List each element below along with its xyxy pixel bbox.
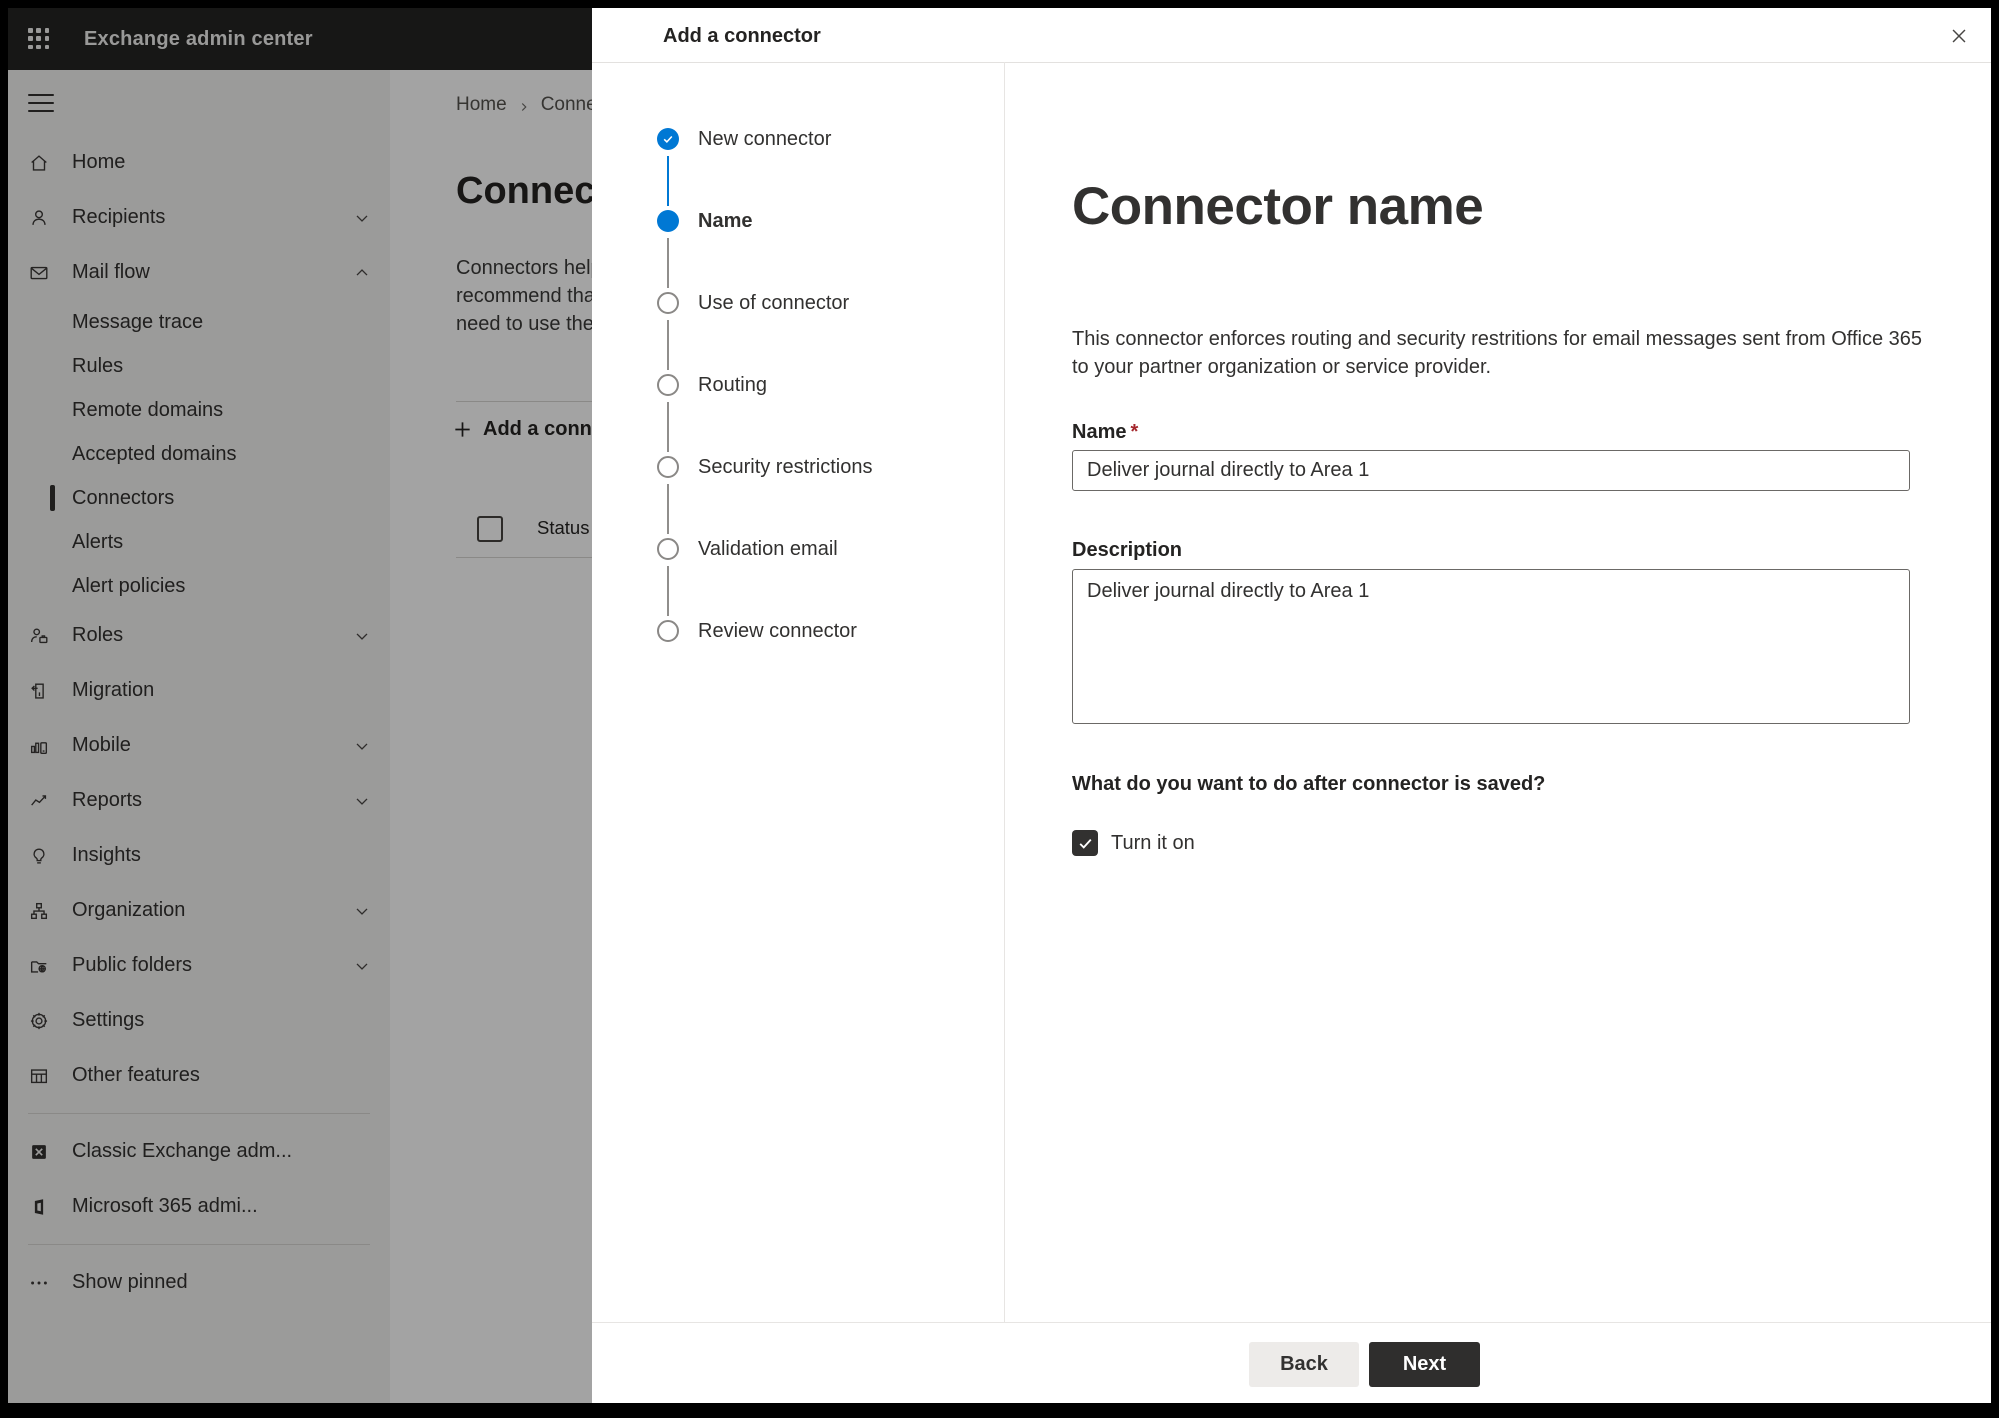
step-label: Review connector <box>698 620 857 642</box>
description-field-label: Description <box>1072 539 1183 561</box>
step-connector-line <box>667 484 669 534</box>
step-pending-icon <box>657 374 679 396</box>
dialog-content: Connector name This connector enforces r… <box>1072 62 1991 1323</box>
step-completed-icon <box>657 128 679 150</box>
name-field-label: Name * <box>1072 421 1138 444</box>
dialog-footer: Back Next <box>592 1322 1991 1403</box>
step-label: Routing <box>698 374 767 396</box>
step-label: Validation email <box>698 538 838 560</box>
checked-checkbox-icon[interactable] <box>1072 830 1098 856</box>
step-pending-icon <box>657 456 679 478</box>
step-pending-icon <box>657 620 679 642</box>
step-pending-icon <box>657 292 679 314</box>
step-label: Name <box>698 210 753 232</box>
turn-it-on-label: Turn it on <box>1111 831 1195 854</box>
step-connector-line <box>667 238 669 288</box>
back-button[interactable]: Back <box>1249 1342 1359 1387</box>
description-line: This connector enforces routing and secu… <box>1072 328 1923 350</box>
check-icon <box>1079 838 1091 849</box>
step-label: New connector <box>698 128 832 150</box>
next-button[interactable]: Next <box>1369 1342 1480 1387</box>
name-label-text: Name <box>1072 421 1127 443</box>
required-asterisk: * <box>1130 421 1139 443</box>
connector-name-heading: Connector name <box>1072 177 1484 236</box>
screen: Exchange admin center Home Recipients Ma… <box>0 0 1999 1418</box>
step-connector-line <box>667 320 669 370</box>
dialog-title: Add a connector <box>663 25 821 47</box>
add-connector-dialog: Add a connector New connector Name Use o… <box>592 8 1991 1403</box>
dialog-header: Add a connector <box>592 8 1991 63</box>
step-connector-line <box>667 402 669 452</box>
step-pending-icon <box>657 538 679 560</box>
check-icon <box>663 135 673 143</box>
after-save-question: What do you want to do after connector i… <box>1072 773 1546 795</box>
connector-description-text: This connector enforces routing and secu… <box>1072 326 1922 381</box>
description-line: to your partner organization or service … <box>1072 355 1492 378</box>
close-icon <box>1952 29 1966 43</box>
step-connector-line <box>667 566 669 616</box>
name-input[interactable] <box>1072 450 1910 491</box>
turn-it-on-checkbox-row[interactable]: Turn it on <box>1072 830 1195 856</box>
wizard-steps-panel: New connector Name Use of connector Rout… <box>592 62 1005 1323</box>
step-connector-line <box>667 156 669 206</box>
description-textarea[interactable] <box>1072 569 1910 724</box>
close-button[interactable] <box>1939 16 1979 56</box>
step-label: Use of connector <box>698 292 850 314</box>
exchange-admin-center-window: Exchange admin center Home Recipients Ma… <box>8 8 1991 1403</box>
step-label: Security restrictions <box>698 456 873 478</box>
step-current-icon <box>657 210 679 232</box>
